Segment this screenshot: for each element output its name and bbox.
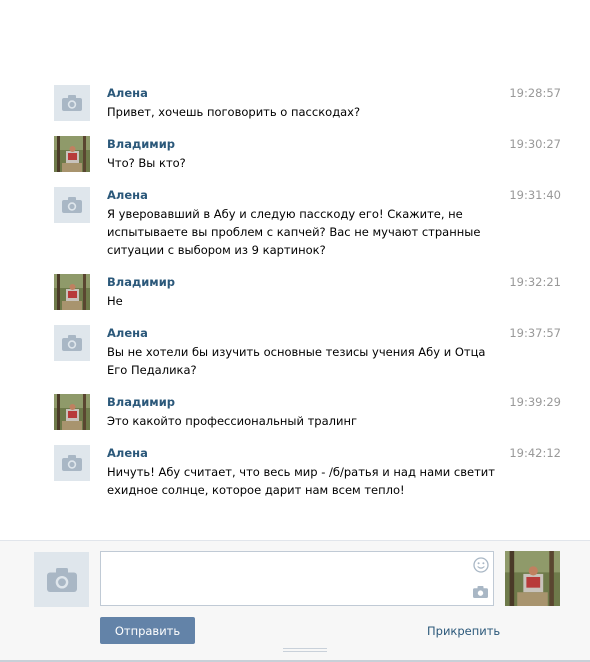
message-time[interactable]: 19:42:12 (509, 445, 561, 461)
message-author[interactable]: Алена (107, 187, 507, 203)
camera-icon (62, 335, 82, 351)
message-time[interactable]: 19:39:29 (509, 394, 561, 410)
message-text: Привет, хочешь поговорить о пасскодах? (107, 105, 361, 119)
user-photo (54, 394, 90, 430)
message-time[interactable]: 19:32:21 (509, 274, 561, 290)
avatar-placeholder[interactable] (54, 325, 90, 361)
message-time[interactable]: 19:28:57 (509, 85, 561, 101)
message-author[interactable]: Владимир (107, 136, 507, 152)
message-text: Это какойто профессиональный тралинг (107, 414, 358, 428)
avatar-placeholder[interactable] (54, 187, 90, 223)
message-text: Я уверовавший в Абу и следую пасскоду ег… (107, 207, 481, 257)
message-time[interactable]: 19:30:27 (509, 136, 561, 152)
my-avatar-placeholder[interactable] (34, 552, 89, 607)
resize-handle[interactable] (283, 648, 327, 654)
user-photo (505, 551, 560, 606)
smile-icon[interactable] (473, 557, 489, 573)
attach-link[interactable]: Прикрепить (427, 624, 500, 638)
message-time[interactable]: 19:31:40 (509, 187, 561, 203)
message-text: Что? Вы кто? (107, 156, 186, 170)
user-photo (54, 274, 90, 310)
avatar-placeholder[interactable] (54, 445, 90, 481)
message-text: Не (107, 294, 123, 308)
camera-icon (62, 95, 82, 111)
user-avatar[interactable] (54, 136, 90, 172)
message-time[interactable]: 19:37:57 (509, 325, 561, 341)
message-text: Вы не хотели бы изучить основные тезисы … (107, 345, 486, 377)
message-author[interactable]: Алена (107, 325, 507, 341)
message-input[interactable] (101, 552, 493, 605)
message-composer: Отправить Прикрепить (0, 540, 590, 662)
send-button[interactable]: Отправить (100, 617, 195, 644)
message-author[interactable]: Владимир (107, 394, 507, 410)
user-avatar[interactable] (54, 394, 90, 430)
camera-icon (46, 567, 77, 592)
camera-icon (62, 455, 82, 471)
camera-icon (62, 197, 82, 213)
attach-camera-icon[interactable] (473, 586, 488, 598)
message-history: Алена Привет, хочешь поговорить о пасско… (0, 0, 590, 540)
message-author[interactable]: Алена (107, 85, 507, 101)
user-avatar[interactable] (54, 274, 90, 310)
avatar-placeholder[interactable] (54, 85, 90, 121)
message-author[interactable]: Владимир (107, 274, 507, 290)
recipient-avatar[interactable] (505, 551, 560, 606)
message-author[interactable]: Алена (107, 445, 507, 461)
user-photo (54, 136, 90, 172)
message-text: Ничуть! Абу считает, что весь мир - /б/р… (107, 465, 495, 497)
message-input-wrap (100, 551, 494, 606)
